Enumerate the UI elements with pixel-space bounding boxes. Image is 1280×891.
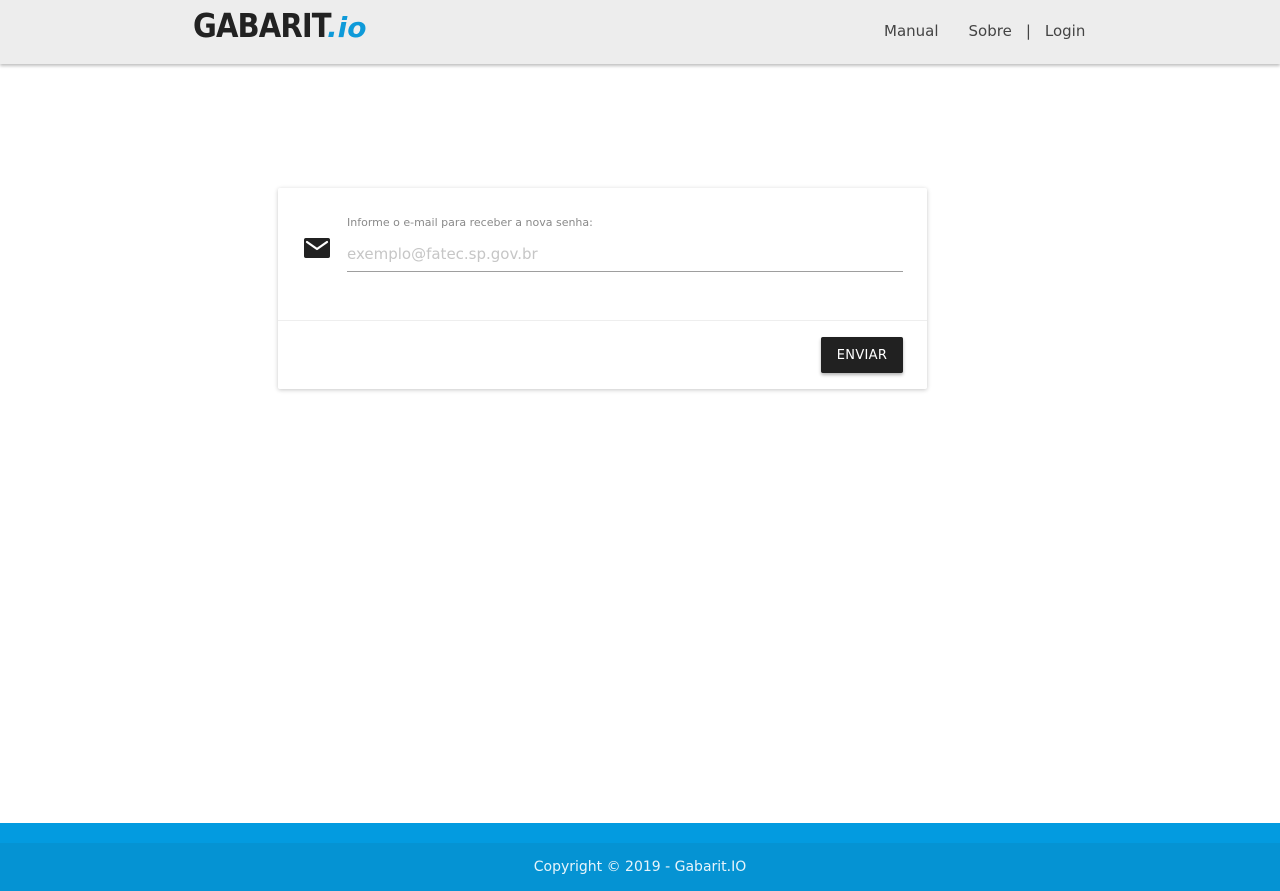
nav-link-manual[interactable]: Manual (884, 22, 939, 40)
logo-wordmark: GABARIT (193, 6, 332, 45)
nav-links: Manual Sobre | Login (884, 22, 1085, 40)
nav-link-login[interactable]: Login (1045, 22, 1085, 40)
email-field-label: Informe o e-mail para receber a nova sen… (347, 216, 593, 229)
mail-icon (304, 238, 330, 258)
footer-accent-bar (0, 823, 1280, 843)
site-logo[interactable]: GABARIT .io (193, 6, 366, 45)
top-navbar: GABARIT .io Manual Sobre | Login (0, 0, 1280, 64)
copyright-text: Copyright © 2019 - Gabarit.IO (533, 859, 747, 875)
footer-bar: Copyright © 2019 - Gabarit.IO (0, 843, 1280, 891)
email-input[interactable] (347, 236, 903, 272)
send-button[interactable]: ENVIAR (821, 337, 903, 373)
logo-suffix: .io (327, 11, 367, 44)
nav-link-sobre[interactable]: Sobre (969, 22, 1012, 40)
reset-password-card: Informe o e-mail para receber a nova sen… (278, 188, 927, 389)
card-divider (278, 320, 927, 321)
nav-separator: | (1025, 22, 1031, 40)
